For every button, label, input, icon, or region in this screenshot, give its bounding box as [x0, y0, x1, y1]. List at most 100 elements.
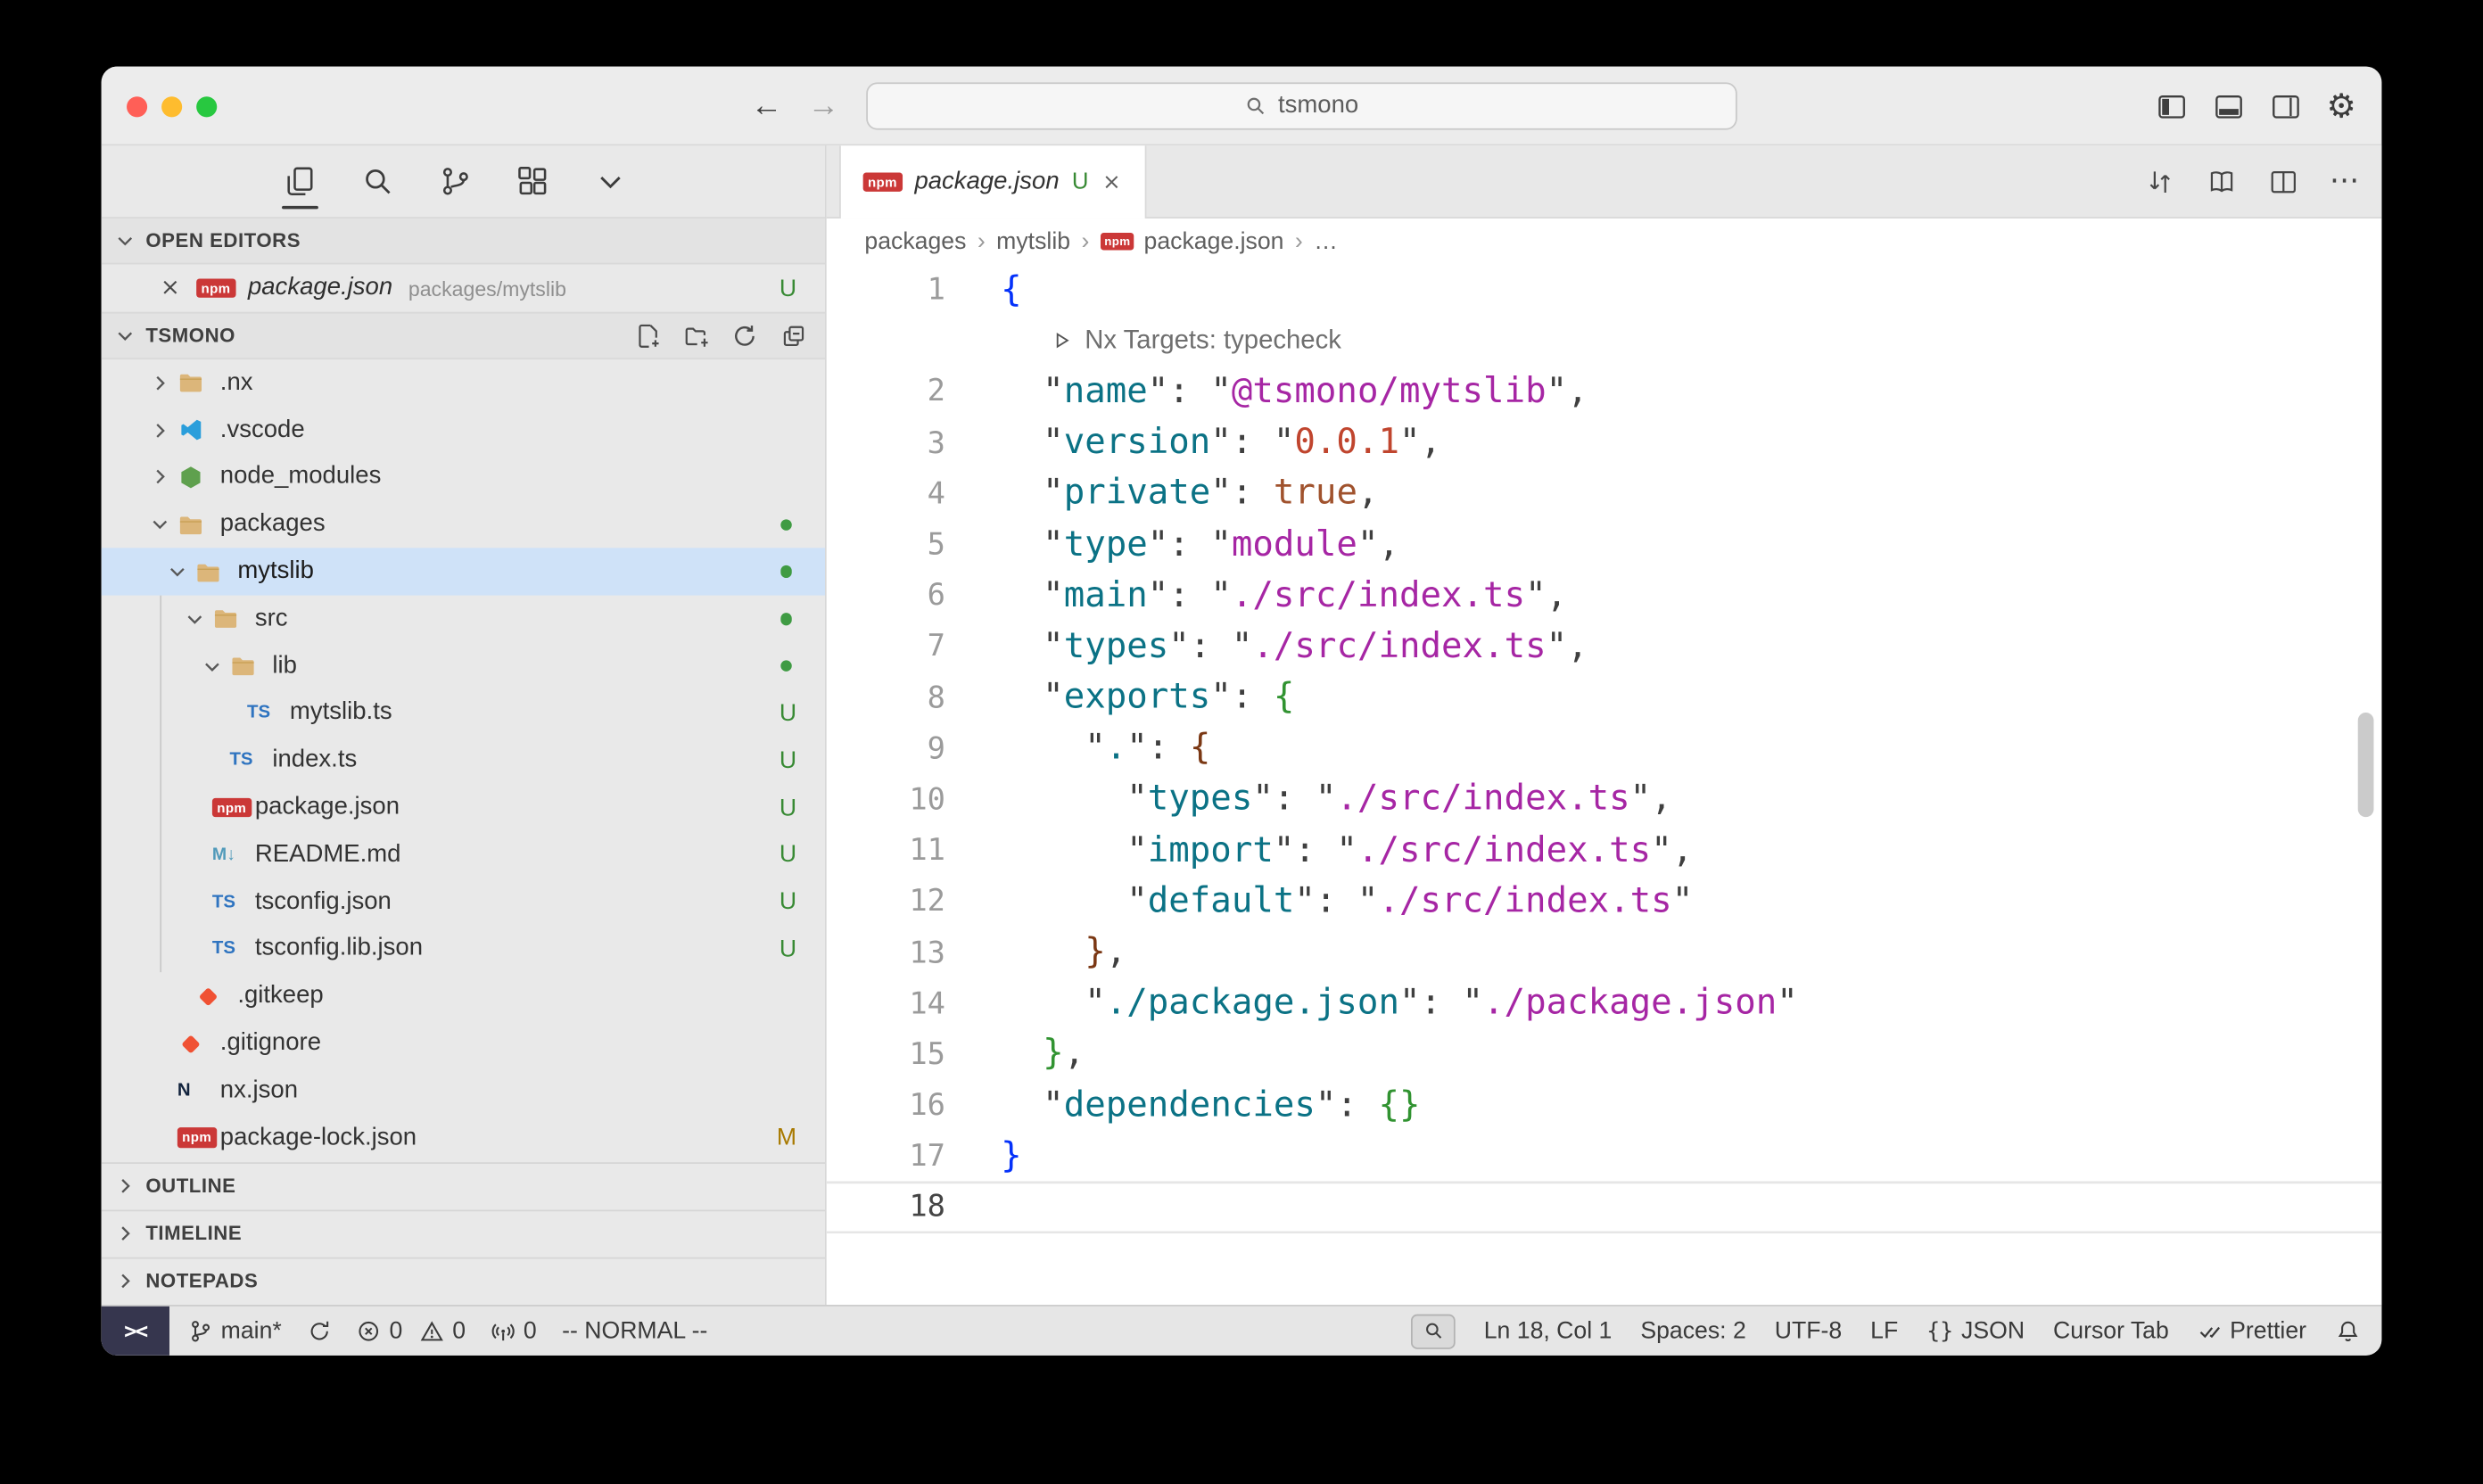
code-editor[interactable]: 1{ Nx Targets: typecheck 2 "name": "@tsmon… [827, 265, 2382, 1306]
branch-status[interactable]: main* [188, 1317, 282, 1344]
cursor-tab-status[interactable]: Cursor Tab [2053, 1317, 2169, 1344]
tree-item-vscode[interactable]: .vscode [102, 407, 825, 454]
toggle-secondary-sidebar-icon[interactable] [2270, 89, 2303, 122]
code-line[interactable]: 4 "private": true, [827, 468, 2382, 519]
extensions-icon[interactable] [511, 145, 554, 217]
search-icon[interactable] [356, 145, 399, 217]
tree-item-package-lock-json[interactable]: npmpackage-lock.jsonM [102, 1115, 825, 1162]
minimize-window-button[interactable] [161, 95, 182, 116]
code-line[interactable]: 6 "main": "./src/index.ts", [827, 570, 2382, 621]
sync-status[interactable] [307, 1319, 332, 1344]
indentation-setting[interactable]: Spaces: 2 [1640, 1317, 1745, 1344]
code-line[interactable]: 9 ".": { [827, 723, 2382, 774]
search-toggle[interactable] [1411, 1314, 1456, 1348]
refresh-icon[interactable] [731, 323, 757, 349]
code-line[interactable]: 18 [827, 1182, 2382, 1233]
problems-status[interactable]: 0 0 [357, 1317, 466, 1344]
split-editor-icon[interactable] [2268, 166, 2300, 198]
ts-icon: TS [212, 940, 247, 959]
code-line[interactable]: 2 "name": "@tsmono/mytslib", [827, 367, 2382, 417]
code-line[interactable]: 15 }, [827, 1029, 2382, 1080]
tree-item-nx-json[interactable]: Nnx.json [102, 1068, 825, 1115]
close-icon[interactable] [159, 276, 184, 301]
more-views-icon[interactable] [589, 145, 631, 217]
explorer-header[interactable]: TSMONO [102, 312, 825, 359]
breadcrumb-package-json[interactable]: npmpackage.json [1101, 228, 1284, 255]
open-editor-item[interactable]: npm package.json packages/mytslib U [102, 265, 825, 312]
code-line[interactable]: 7 "types": "./src/index.ts", [827, 622, 2382, 672]
code-line[interactable]: 14 "./package.json": "./package.json" [827, 978, 2382, 1029]
code-line[interactable]: 16 "dependencies": {} [827, 1080, 2382, 1131]
code-line[interactable]: 10 "types": "./src/index.ts", [827, 774, 2382, 825]
tree-item-mytslib-ts[interactable]: TSmytslib.tsU [102, 689, 825, 737]
notifications-bell[interactable] [2335, 1319, 2360, 1344]
source-control-icon[interactable] [433, 145, 476, 217]
tree-item-nx[interactable]: .nx [102, 359, 825, 407]
open-editors-header[interactable]: OPEN EDITORS [102, 217, 825, 264]
collapse-all-icon[interactable] [780, 323, 805, 349]
toggle-sidebar-icon[interactable] [2156, 89, 2189, 122]
tree-item-gitkeep[interactable]: .gitkeep [102, 973, 825, 1020]
tree-item-label: .vscode [220, 416, 305, 444]
code-line[interactable]: 8 "exports": { [827, 672, 2382, 723]
tab-package-json[interactable]: npm package.json U [839, 145, 1147, 218]
tree-item-mytslib[interactable]: mytslib [102, 548, 825, 596]
zoom-window-button[interactable] [196, 95, 217, 116]
eol-setting[interactable]: LF [1870, 1317, 1898, 1344]
panel-header-timeline[interactable]: TIMELINE [102, 1209, 825, 1257]
files-icon[interactable] [278, 145, 321, 217]
remote-indicator[interactable]: >< [102, 1307, 169, 1356]
codelens-action[interactable]: Nx Targets: typecheck [1050, 326, 1341, 356]
tree-item-src[interactable]: src [102, 596, 825, 643]
panel-header-outline[interactable]: OUTLINE [102, 1161, 825, 1208]
settings-gear-icon[interactable]: ⚙ [2327, 89, 2356, 122]
errors-icon [357, 1319, 382, 1344]
npm-icon: npm [863, 172, 903, 192]
tree-item-readme-md[interactable]: M↓README.mdU [102, 831, 825, 878]
encoding-setting[interactable]: UTF-8 [1775, 1317, 1842, 1344]
code-text: ".": { [1001, 729, 1210, 768]
panel-title: NOTEPADS [145, 1270, 258, 1292]
code-line[interactable]: 17} [827, 1131, 2382, 1182]
tree-item-label: .gitkeep [237, 982, 323, 1010]
line-number: 9 [827, 731, 945, 766]
scrollbar-thumb[interactable] [2358, 713, 2374, 817]
tree-item-lib[interactable]: lib [102, 642, 825, 689]
close-window-button[interactable] [127, 95, 147, 116]
breadcrumb-mytslib[interactable]: mytslib [996, 228, 1070, 255]
cursor-position[interactable]: Ln 18, Col 1 [1484, 1317, 1613, 1344]
back-button[interactable]: ← [751, 88, 783, 125]
breadcrumb-packages[interactable]: packages [864, 228, 966, 255]
code-line[interactable]: 5 "type": "module", [827, 519, 2382, 570]
tree-item-tsconfig-json[interactable]: TStsconfig.jsonU [102, 878, 825, 926]
tree-item-gitignore[interactable]: .gitignore [102, 1020, 825, 1068]
open-changes-icon[interactable] [2144, 166, 2176, 198]
tree-item-label: .nx [220, 368, 253, 397]
formatter-status[interactable]: Prettier [2198, 1317, 2306, 1344]
broadcast-status[interactable]: 0 [491, 1317, 536, 1344]
breadcrumb-more[interactable]: … [1314, 228, 1338, 255]
codelens-row[interactable]: Nx Targets: typecheck [827, 316, 2382, 367]
open-editors-title: OPEN EDITORS [145, 229, 301, 251]
code-line[interactable]: 11 "import": "./src/index.ts", [827, 825, 2382, 876]
code-line[interactable]: 1{ [827, 265, 2382, 316]
more-actions-icon[interactable]: ⋯ [2330, 166, 2360, 196]
forward-button[interactable]: → [808, 88, 840, 125]
chevron-down-icon [114, 229, 138, 253]
tree-item-node-modules[interactable]: node_modules [102, 454, 825, 501]
tree-item-tsconfig-lib-json[interactable]: TStsconfig.lib.jsonU [102, 926, 825, 973]
open-preview-icon[interactable] [2206, 166, 2238, 198]
code-line[interactable]: 3 "version": "0.0.1", [827, 417, 2382, 468]
toggle-panel-icon[interactable] [2213, 89, 2246, 122]
new-file-icon[interactable] [635, 323, 661, 349]
language-mode[interactable]: {} JSON [1926, 1317, 2025, 1344]
close-tab-icon[interactable] [1101, 171, 1124, 194]
tree-item-package-json[interactable]: npmpackage.jsonU [102, 784, 825, 831]
command-center-search[interactable]: tsmono [866, 82, 1737, 129]
tree-item-index-ts[interactable]: TSindex.tsU [102, 737, 825, 784]
code-line[interactable]: 13 }, [827, 927, 2382, 977]
panel-header-notepads[interactable]: NOTEPADS [102, 1257, 825, 1304]
code-line[interactable]: 12 "default": "./src/index.ts" [827, 876, 2382, 927]
new-folder-icon[interactable] [683, 323, 709, 349]
tree-item-packages[interactable]: packages [102, 501, 825, 548]
